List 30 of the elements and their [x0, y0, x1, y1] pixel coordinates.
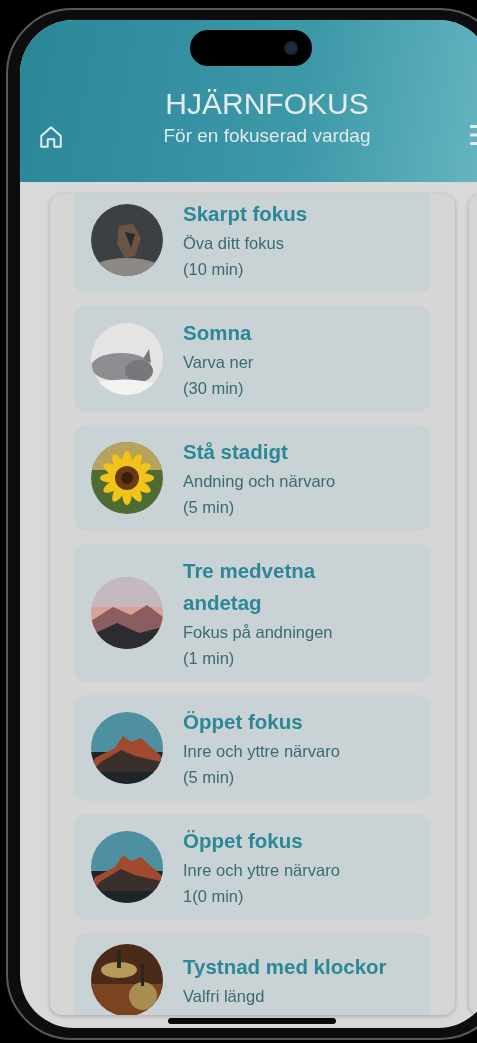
exercise-detail: Andning och närvaro [183, 471, 336, 492]
exercise-title: Öppet fokus [183, 828, 304, 854]
exercise-title: Skarpt fokus [183, 201, 308, 227]
exercise-detail: Fokus på andningen [183, 622, 334, 643]
exercise-card[interactable]: Tystnad med klockor Valfri längd [74, 933, 431, 1015]
app-subtitle: För en fokuserad vardag [163, 124, 371, 148]
exercise-detail: (5 min) [183, 497, 236, 518]
exercise-detail: (1 min) [183, 648, 236, 669]
exercise-detail: 1(0 min) [183, 886, 245, 907]
exercise-detail: Inre och yttre närvaro [183, 860, 340, 881]
exercise-detail: Varva ner [183, 352, 254, 373]
exercise-card[interactable]: Öppet fokus Inre och yttre närvaro 1(0 min) [74, 814, 431, 920]
exercise-detail: (5 min) [183, 767, 236, 788]
exercise-detail: (10 min) [183, 259, 245, 280]
exercise-detail: Inre och yttre närvaro [183, 741, 340, 762]
exercise-title: Tystnad med klockor [183, 954, 387, 980]
exercise-title: Stå stadigt [183, 439, 289, 465]
exercise-detail: Öva ditt fokus [183, 233, 285, 254]
exercise-title: Tre medvetna andetag [183, 558, 317, 616]
app-title: HJÄRNFOKUS [165, 86, 369, 122]
exercise-card[interactable]: Tre medvetna andetag Fokus på andningen (1 min) [74, 544, 431, 682]
exercise-card[interactable]: Stå stadigt Andning och närvaro (5 min) [74, 425, 431, 531]
exercise-detail: Valfri längd [183, 986, 266, 1007]
home-icon[interactable] [38, 124, 64, 150]
exercise-card[interactable]: Somna Varva ner (30 min) [74, 306, 431, 412]
exercise-title: Somna [183, 320, 253, 346]
exercise-card[interactable]: Skarpt fokus Öva ditt fokus (10 min) [74, 194, 431, 293]
exercise-detail: (30 min) [183, 378, 245, 399]
exercise-title: Öppet fokus [183, 709, 304, 735]
exercise-card[interactable]: Öppet fokus Inre och yttre närvaro (5 min) [74, 695, 431, 801]
